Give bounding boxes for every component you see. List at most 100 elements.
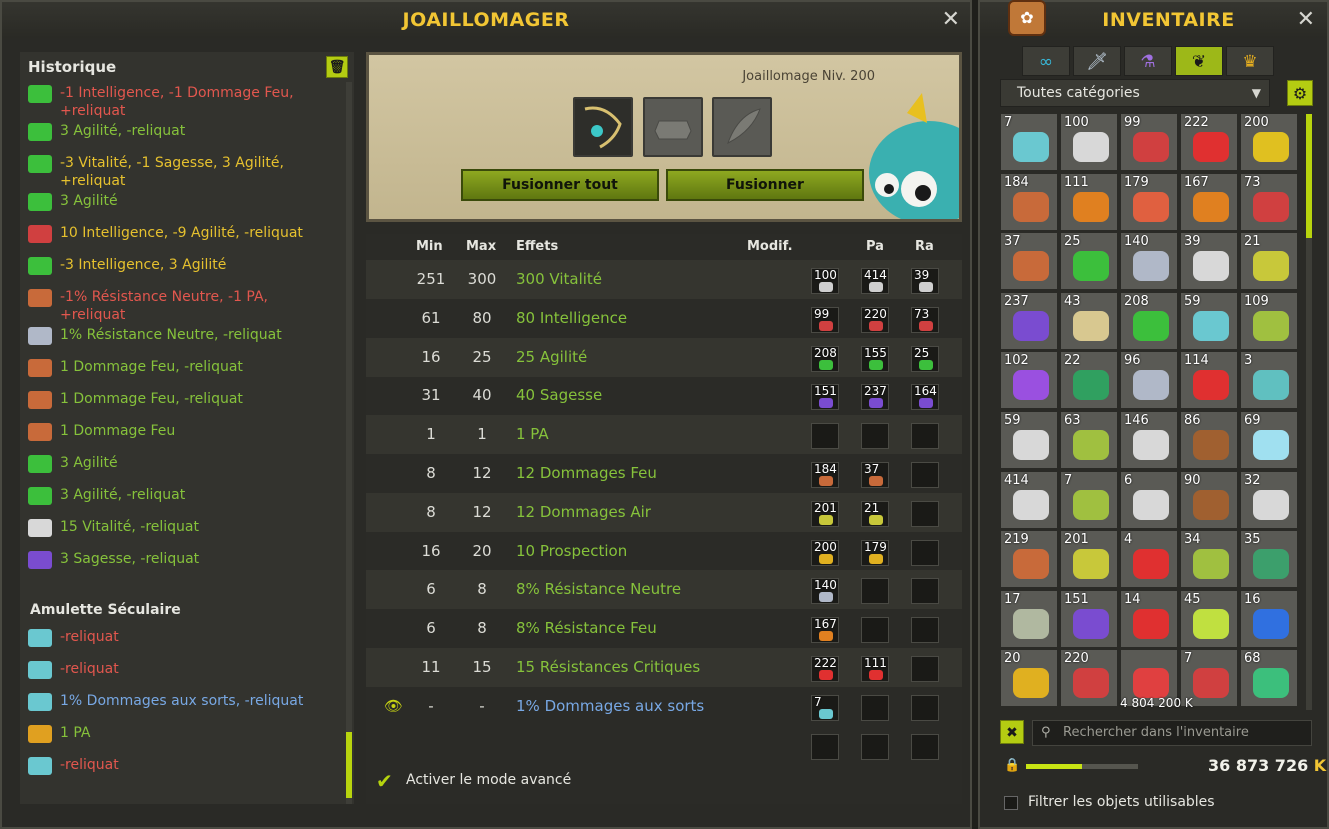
history-scrollbar[interactable]	[346, 82, 352, 804]
inventory-item[interactable]: 34	[1180, 530, 1238, 589]
rune-slot-pa[interactable]: 237	[861, 384, 889, 411]
inventory-item[interactable]: 184	[1000, 172, 1058, 231]
rune-slot-ra[interactable]: 25	[911, 345, 939, 372]
inventory-item[interactable]: 151	[1060, 589, 1118, 648]
inventory-item[interactable]: 140	[1120, 232, 1178, 291]
inventory-item[interactable]: 32	[1240, 470, 1298, 529]
infinity-icon[interactable]: ∞	[1022, 46, 1070, 76]
inventory-item[interactable]: 37	[1000, 232, 1058, 291]
rune-slot-ba[interactable]: 7	[811, 694, 839, 721]
rune-slot-pa[interactable]	[861, 734, 889, 760]
advanced-mode-toggle[interactable]: ✔ Activer le mode avancé	[376, 770, 676, 794]
inventory-item[interactable]: 414	[1000, 470, 1058, 529]
inventory-item[interactable]: 3	[1240, 351, 1298, 410]
rune-slot-ra[interactable]: 73	[911, 306, 939, 333]
inventory-item[interactable]: 17	[1000, 589, 1058, 648]
inventory-item[interactable]: 208	[1120, 291, 1178, 350]
inventory-item[interactable]: 220	[1060, 649, 1118, 708]
inventory-item[interactable]: 200	[1240, 113, 1298, 171]
rune-slot-pa[interactable]: 414	[861, 268, 889, 294]
eye-icon[interactable]: 👁	[384, 687, 403, 726]
rune-slot-ba[interactable]: 151	[811, 384, 839, 411]
inventory-item[interactable]: 69	[1240, 411, 1298, 469]
rune-slot-ba[interactable]: 99	[811, 306, 839, 333]
inventory-item[interactable]: 219	[1000, 530, 1058, 589]
inventory-item[interactable]: 167	[1180, 172, 1238, 231]
rune-slot-ba[interactable]: 222	[811, 656, 839, 682]
inventory-item[interactable]: 111	[1060, 172, 1118, 231]
rune-slot-ra[interactable]	[911, 500, 939, 527]
inventory-item[interactable]: 68	[1240, 649, 1298, 708]
inventory-item[interactable]: 100	[1060, 113, 1118, 171]
inventory-item[interactable]: 201	[1060, 530, 1118, 589]
rune-slot-pa[interactable]	[861, 617, 889, 644]
inventory-item[interactable]: 96	[1120, 351, 1178, 410]
inventory-item[interactable]: 99	[1120, 113, 1178, 171]
fuse-button[interactable]: Fusionner	[666, 169, 864, 201]
joaillomager-titlebar[interactable]: JOAILLOMAGER ✕	[2, 2, 970, 38]
inventory-item[interactable]: 21	[1240, 232, 1298, 291]
inventory-item[interactable]: 63	[1060, 411, 1118, 469]
rune-slot-pa[interactable]: 220	[861, 306, 889, 333]
close-icon[interactable]: ✕	[1297, 7, 1315, 32]
category-select[interactable]: Toutes catégories ▼	[1000, 79, 1270, 107]
rune-slot-ra[interactable]: 164	[911, 384, 939, 411]
filter-checkbox[interactable]	[1004, 796, 1018, 810]
rune-slot-pa[interactable]	[861, 694, 889, 721]
rune-slot-ra[interactable]	[911, 539, 939, 566]
inventory-item[interactable]: 45	[1180, 589, 1238, 648]
rune-slot-ra[interactable]	[911, 617, 939, 644]
inventory-item[interactable]: 6	[1120, 470, 1178, 529]
inventory-item[interactable]: 86	[1180, 411, 1238, 469]
inventory-item[interactable]: 4	[1120, 530, 1178, 589]
rune-slot-pa[interactable]	[861, 423, 889, 450]
inventory-item[interactable]: 73	[1240, 172, 1298, 231]
rune-slot-pa[interactable]	[861, 578, 889, 605]
inventory-item[interactable]: 59	[1180, 291, 1238, 350]
signature-slot[interactable]	[712, 97, 772, 157]
inventory-scrollbar[interactable]	[1306, 114, 1312, 710]
lock-icon[interactable]: 🔒	[1004, 758, 1020, 773]
rune-slot-ba[interactable]: 167	[811, 617, 839, 644]
rune-slot-ba[interactable]: 200	[811, 539, 839, 566]
inventory-item[interactable]: 222	[1180, 113, 1238, 171]
rune-slot-ra[interactable]	[911, 423, 939, 450]
rune-slot-pa[interactable]: 37	[861, 462, 889, 488]
gear-icon[interactable]: ⚙	[1287, 80, 1313, 106]
rune-slot-ra[interactable]	[911, 656, 939, 682]
rune-slot-ra[interactable]	[911, 578, 939, 605]
inventory-item[interactable]: 179	[1120, 172, 1178, 231]
potion-icon[interactable]: ⚗	[1124, 46, 1172, 76]
inventory-item[interactable]: 59	[1000, 411, 1058, 469]
trash-icon[interactable]: 🗑	[326, 56, 348, 78]
checkmark-icon[interactable]: ✔	[376, 771, 394, 791]
rune-slot-pa[interactable]: 21	[861, 500, 889, 527]
inventory-item[interactable]: 7	[1060, 470, 1118, 529]
tools-icon[interactable]: ✖	[1000, 720, 1024, 744]
history-scrollbar-thumb[interactable]	[346, 732, 352, 798]
inventory-item[interactable]: 20	[1000, 649, 1058, 708]
inventory-item[interactable]: 39	[1180, 232, 1238, 291]
rune-slot-pa[interactable]: 111	[861, 656, 889, 682]
rune-slot-pa[interactable]: 155	[861, 345, 889, 372]
inventory-item[interactable]: 146	[1120, 411, 1178, 469]
quest-icon[interactable]: ♛	[1226, 46, 1274, 76]
inventory-item[interactable]: 90	[1180, 470, 1238, 529]
close-icon[interactable]: ✕	[942, 7, 960, 32]
inventory-item[interactable]: 114	[1180, 351, 1238, 410]
rune-slot-pa[interactable]: 179	[861, 539, 889, 566]
rune-slot-ra[interactable]: 39	[911, 268, 939, 294]
rune-slot-ra[interactable]	[911, 462, 939, 488]
inventory-item[interactable]: 7	[1000, 113, 1058, 171]
weapon-icon[interactable]: 🗡	[1073, 46, 1121, 76]
search-input[interactable]: ⚲ Rechercher dans l'inventaire	[1032, 720, 1312, 746]
rune-slot-ra[interactable]	[911, 694, 939, 721]
inventory-item[interactable]: 14	[1120, 589, 1178, 648]
rune-slot[interactable]	[643, 97, 703, 157]
inventory-item[interactable]: 102	[1000, 351, 1058, 410]
rune-slot-ba[interactable]: 184	[811, 462, 839, 488]
inventory-item[interactable]: 43	[1060, 291, 1118, 350]
rune-slot-ra[interactable]	[911, 734, 939, 760]
inventory-item[interactable]: 109	[1240, 291, 1298, 350]
inventory-item[interactable]: 35	[1240, 530, 1298, 589]
